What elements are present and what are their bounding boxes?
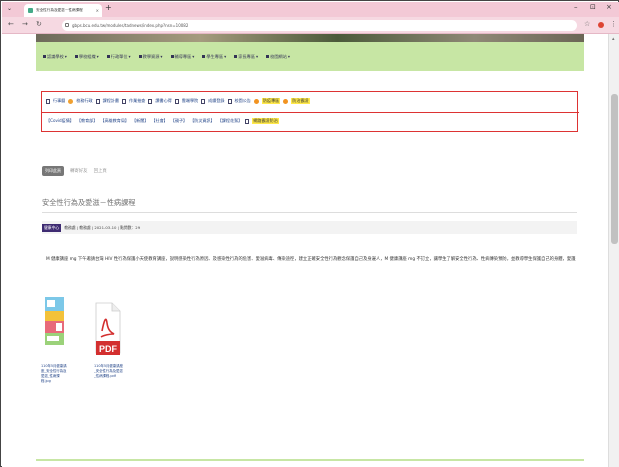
tab-strip: ⌄ 安全性行為及愛滋－性病課程 × + – ⊡ ×: [2, 2, 619, 17]
quick-link[interactable]: 【高雄教育局】: [100, 118, 129, 124]
print-button[interactable]: 列印此頁: [42, 166, 64, 176]
quick-link[interactable]: 【教育部】: [77, 118, 97, 124]
quick-link[interactable]: 課程計畫: [103, 98, 119, 104]
menu-item[interactable]: 校園網站 ▾: [266, 54, 290, 60]
ball-icon: [283, 98, 289, 104]
minimize-icon[interactable]: –: [574, 3, 578, 11]
doc-icon: [227, 98, 232, 104]
tab-search-icon[interactable]: ⌄: [7, 5, 12, 12]
back-icon[interactable]: ←: [8, 20, 14, 28]
title-divider: [42, 212, 577, 213]
doc-icon: [95, 98, 100, 104]
scroll-up-icon[interactable]: ▴: [612, 36, 615, 42]
attachment-caption[interactable]: 110年5月健康講座_安全性行為及愛滋_性病課程.jpg: [41, 364, 69, 384]
doc-icon: [245, 118, 250, 124]
quick-link[interactable]: 【親子】: [171, 118, 187, 124]
article-title: 安全性行為及愛滋－性病課程: [42, 198, 136, 207]
quick-link[interactable]: 雲端學院: [182, 98, 198, 104]
menu-icon: [170, 55, 174, 58]
quick-link[interactable]: 【社會】: [151, 118, 167, 124]
menu-icon: [106, 55, 110, 58]
quick-link[interactable]: 成績登錄: [208, 98, 224, 104]
footer-divider: [36, 459, 584, 461]
menu-item[interactable]: 輔導專區 ▾: [170, 54, 194, 60]
profile-avatar[interactable]: [598, 22, 604, 28]
tab-title: 安全性行為及愛滋－性病課程: [36, 8, 83, 12]
pin-icon: [68, 98, 74, 104]
quick-link[interactable]: 校務行政: [76, 98, 92, 104]
quick-link[interactable]: 【Covid疫情】: [46, 118, 74, 124]
article-meta: 健康中心 教務處 | 教務處 | 2021-03-10 | 點閱數：29: [42, 223, 577, 233]
quick-link[interactable]: 行事曆: [53, 98, 65, 104]
menu-icon: [202, 55, 206, 58]
menu-item[interactable]: 學生專區 ▾: [202, 54, 226, 60]
quick-links-box: 行事曆 校務行政 課程計畫 作業抽查 讀書心得 雲端學院 成績登錄 校園公告 防…: [41, 91, 579, 132]
doc-icon: [148, 98, 153, 104]
menu-item[interactable]: 行政單位 ▾: [106, 54, 131, 60]
menu-icon: [266, 55, 270, 58]
maximize-icon[interactable]: ⊡: [590, 3, 596, 11]
category-badge[interactable]: 健康中心: [42, 224, 62, 232]
menu-icon: [43, 55, 46, 58]
quick-link[interactable]: 作業抽查: [129, 98, 145, 104]
browser-tab[interactable]: 安全性行為及愛滋－性病課程 ×: [24, 4, 102, 17]
url-input[interactable]: gbps.bcu.edu.tw/modules/tadnews/index.ph…: [62, 20, 577, 31]
svg-text:PDF: PDF: [99, 344, 118, 354]
back-link[interactable]: 回上頁: [94, 168, 107, 174]
quick-link[interactable]: 讀書心得: [155, 98, 171, 104]
menu-kebab-icon[interactable]: ⋮: [610, 20, 617, 28]
url-text: gbps.bcu.edu.tw/modules/tadnews/index.ph…: [72, 23, 189, 28]
forward-icon[interactable]: →: [22, 20, 28, 28]
page-content: 認識學校 ▾ 學校組織 ▾ 行政單位 ▾ 教學資源 ▾ 輔導專區 ▾ 學生專區 ▾ 家長專區…: [36, 34, 584, 467]
reload-icon[interactable]: ↻: [36, 20, 42, 28]
menu-icon: [234, 55, 238, 58]
page-viewport: 認識學校 ▾ 學校組織 ▾ 行政單位 ▾ 教學資源 ▾ 輔導專區 ▾ 學生專區 ▾ 家長專區…: [2, 34, 608, 467]
quick-link[interactable]: 【防災資訊】: [190, 118, 215, 124]
scroll-thumb[interactable]: [611, 94, 618, 244]
quick-link-highlight[interactable]: 防疫專區: [261, 98, 281, 104]
tab-close-icon[interactable]: ×: [96, 8, 99, 13]
address-bar: ← → ↻ gbps.bcu.edu.tw/modules/tadnews/in…: [2, 17, 619, 34]
quick-link[interactable]: 【新聞】: [132, 118, 148, 124]
article-actions: 列印此頁 轉寄好友 回上頁: [42, 166, 107, 176]
new-tab-icon[interactable]: +: [105, 3, 112, 12]
doc-icon: [46, 98, 50, 104]
menu-item[interactable]: 認識學校 ▾: [43, 54, 67, 60]
header-banner-image: [36, 34, 584, 42]
quick-link[interactable]: 【課程花絮】: [218, 118, 243, 124]
favicon-icon: [28, 8, 33, 13]
bookmark-star-icon[interactable]: ☆: [584, 20, 590, 28]
quick-links-row-1: 行事曆 校務行政 課程計畫 作業抽查 讀書心得 雲端學院 成績登錄 校園公告 防…: [46, 98, 310, 104]
menu-item[interactable]: 學校組織 ▾: [74, 54, 99, 60]
article-body: M 健康講座 mg 下午邀請台灣 HIV 性行為保護小天使教育講座，說明感染性行…: [46, 257, 576, 262]
scrollbar[interactable]: ▴: [608, 34, 619, 467]
menu-item[interactable]: 教學資源 ▾: [138, 54, 163, 60]
ball-icon: [253, 98, 259, 104]
menu-item[interactable]: 家長專區 ▾: [234, 54, 258, 60]
browser-window: ⌄ 安全性行為及愛滋－性病課程 × + – ⊡ × ← → ↻ gbps.bcu…: [0, 0, 619, 467]
doc-icon: [174, 98, 179, 104]
close-window-icon[interactable]: ×: [606, 3, 612, 11]
menu-icon: [138, 55, 142, 58]
share-link[interactable]: 轉寄好友: [70, 168, 88, 174]
doc-icon: [122, 98, 127, 104]
meta-text: 教務處 | 教務處 | 2021-03-10 | 點閱數：29: [64, 225, 141, 230]
quick-links-row-2: 【Covid疫情】 【教育部】 【高雄教育局】 【新聞】 【社會】 【親子】 【…: [46, 118, 279, 124]
lock-icon[interactable]: [65, 23, 69, 27]
links-divider: [42, 112, 579, 113]
doc-icon: [201, 98, 206, 104]
quick-link-highlight[interactable]: 防治霸凌: [291, 98, 310, 104]
menu-icon: [74, 55, 78, 58]
attachment-caption[interactable]: 110年5月健康講座_安全性行為及愛滋_性病課程.pdf: [94, 364, 124, 379]
quick-link-highlight[interactable]: 網路霸凌防治: [252, 118, 279, 124]
main-menu: 認識學校 ▾ 學校組織 ▾ 行政單位 ▾ 教學資源 ▾ 輔導專區 ▾ 學生專區 ▾ 家長專區…: [36, 42, 584, 71]
quick-link[interactable]: 校園公告: [235, 98, 251, 104]
